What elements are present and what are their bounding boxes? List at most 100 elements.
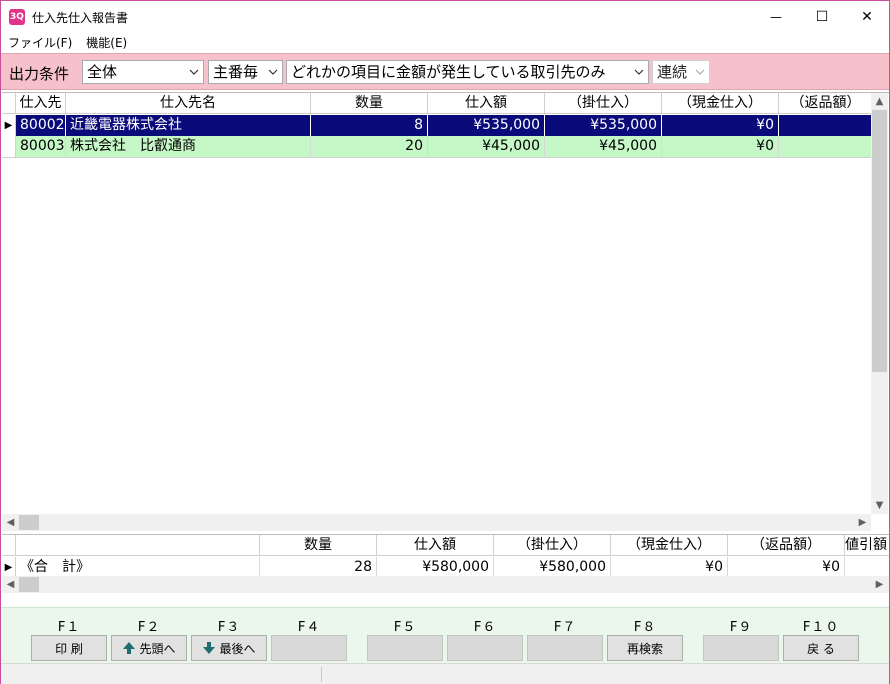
totals-grid[interactable]: 数量 仕入額 （掛仕入） （現金仕入） （返品額） 値引額 ▶ 《合 計》 28… bbox=[2, 534, 889, 594]
function-key-bar: F１ 印 刷 F２ 先頭へ F３ 最後へ F４ F５ F６ F７ F８ 再検索 … bbox=[1, 607, 889, 663]
cell-returns[interactable] bbox=[779, 136, 872, 157]
chevron-down-icon bbox=[695, 69, 705, 75]
col-quantity[interactable]: 数量 bbox=[311, 93, 428, 114]
totals-col-credit: （掛仕入） bbox=[494, 535, 611, 556]
scroll-right-icon[interactable]: ▶ bbox=[854, 514, 871, 531]
col-credit-purchase[interactable]: （掛仕入） bbox=[545, 93, 662, 114]
totals-corner bbox=[2, 535, 16, 556]
scroll-right-icon[interactable]: ▶ bbox=[871, 576, 888, 593]
f9-button[interactable] bbox=[703, 635, 779, 661]
fkey-label-f9: F９ bbox=[729, 620, 753, 635]
f4-button[interactable] bbox=[271, 635, 347, 661]
fkey-label-f1: F１ bbox=[57, 620, 81, 635]
row-header-corner bbox=[2, 93, 16, 114]
scope-select[interactable]: 全体 bbox=[82, 60, 204, 84]
vertical-scroll-thumb[interactable] bbox=[872, 110, 887, 372]
mode-select[interactable]: 連続 bbox=[652, 60, 710, 84]
research-button[interactable]: 再検索 bbox=[607, 635, 683, 661]
chevron-down-icon bbox=[634, 69, 644, 75]
fkey-label-f5: F５ bbox=[393, 620, 417, 635]
print-button[interactable]: 印 刷 bbox=[31, 635, 107, 661]
arrow-up-icon bbox=[123, 642, 136, 654]
cell-qty[interactable]: 8 bbox=[311, 115, 428, 136]
table-row[interactable]: ▶ 80002 近畿電器株式会社 8 ¥535,000 ¥535,000 ¥0 bbox=[2, 115, 872, 136]
scroll-left-icon[interactable]: ◀ bbox=[2, 514, 19, 531]
cell-name[interactable]: 株式会社 比叡通商 bbox=[66, 136, 311, 157]
totals-col-returns: （返品額） bbox=[728, 535, 845, 556]
maximize-button[interactable]: ☐ bbox=[799, 1, 845, 32]
research-button-label: 再検索 bbox=[626, 641, 663, 656]
cell-amount[interactable]: ¥45,000 bbox=[428, 136, 545, 157]
col-supplier-code[interactable]: 仕入先 bbox=[16, 93, 66, 114]
fkey-label-f10: F１０ bbox=[802, 620, 840, 635]
table-row[interactable]: 80003 株式会社 比叡通商 20 ¥45,000 ¥45,000 ¥0 bbox=[2, 136, 872, 157]
totals-header: 数量 仕入額 （掛仕入） （現金仕入） （返品額） 値引額 bbox=[2, 535, 889, 556]
fkey-label-f4: F４ bbox=[297, 620, 321, 635]
horizontal-scrollbar[interactable]: ◀ ▶ bbox=[2, 514, 871, 531]
cell-credit[interactable]: ¥45,000 bbox=[545, 136, 662, 157]
totals-qty: 28 bbox=[260, 557, 377, 578]
row-divider bbox=[2, 157, 872, 158]
cell-qty[interactable]: 20 bbox=[311, 136, 428, 157]
filter-bar: 出力条件 全体 主番毎 どれかの項目に金額が発生している取引先のみ 連続 bbox=[1, 53, 889, 90]
totals-col-cash: （現金仕入） bbox=[611, 535, 728, 556]
menu-file[interactable]: ファイル(F) bbox=[1, 34, 79, 51]
f6-button[interactable] bbox=[447, 635, 523, 661]
totals-row[interactable]: ▶ 《合 計》 28 ¥580,000 ¥580,000 ¥0 ¥0 bbox=[2, 557, 889, 578]
current-row-icon: ▶ bbox=[4, 120, 13, 131]
scroll-up-icon[interactable]: ▲ bbox=[871, 93, 888, 110]
condition-select[interactable]: どれかの項目に金額が発生している取引先のみ bbox=[286, 60, 649, 84]
cell-cash[interactable]: ¥0 bbox=[662, 136, 779, 157]
cell-amount[interactable]: ¥535,000 bbox=[428, 115, 545, 136]
totals-label-header bbox=[16, 535, 260, 556]
totals-label: 《合 計》 bbox=[16, 557, 260, 578]
status-bar bbox=[1, 663, 889, 684]
chevron-down-icon bbox=[189, 69, 199, 75]
menu-bar: ファイル(F) 機能(E) bbox=[1, 32, 889, 52]
title-bar: 3Q 仕入先仕入報告書 — ☐ ✕ bbox=[1, 1, 889, 32]
last-record-button[interactable]: 最後へ bbox=[191, 635, 267, 661]
col-returns[interactable]: （返品額） bbox=[779, 93, 872, 114]
group-select[interactable]: 主番毎 bbox=[208, 60, 283, 84]
f5-button[interactable] bbox=[367, 635, 443, 661]
cell-returns[interactable] bbox=[779, 115, 872, 136]
f7-button[interactable] bbox=[527, 635, 603, 661]
totals-col-discount: 値引額 bbox=[845, 537, 887, 553]
close-button[interactable]: ✕ bbox=[844, 1, 890, 32]
row-indicator bbox=[2, 136, 16, 157]
col-supplier-name[interactable]: 仕入先名 bbox=[66, 93, 311, 114]
scroll-left-icon[interactable]: ◀ bbox=[2, 576, 19, 593]
cell-code[interactable]: 80002 bbox=[16, 115, 66, 136]
vertical-scrollbar[interactable]: ▲ ▼ bbox=[871, 93, 888, 514]
totals-col-amount: 仕入額 bbox=[377, 535, 494, 556]
group-value: 主番毎 bbox=[213, 63, 259, 81]
app-icon: 3Q bbox=[9, 9, 25, 25]
scope-value: 全体 bbox=[87, 63, 118, 81]
condition-value: どれかの項目に金額が発生している取引先のみ bbox=[291, 63, 606, 81]
status-separator bbox=[321, 667, 322, 682]
first-record-button[interactable]: 先頭へ bbox=[111, 635, 187, 661]
fkey-label-f6: F６ bbox=[473, 620, 497, 635]
back-button[interactable]: 戻 る bbox=[783, 635, 859, 661]
cell-name[interactable]: 近畿電器株式会社 bbox=[66, 115, 311, 136]
totals-horizontal-scrollbar[interactable]: ◀ ▶ bbox=[2, 576, 889, 593]
mode-value: 連続 bbox=[657, 63, 688, 81]
maximize-icon: ☐ bbox=[815, 8, 829, 25]
cell-cash[interactable]: ¥0 bbox=[662, 115, 779, 136]
minimize-icon: — bbox=[770, 9, 782, 24]
horizontal-scroll-thumb[interactable] bbox=[19, 515, 39, 530]
col-cash-purchase[interactable]: （現金仕入） bbox=[662, 93, 779, 114]
col-purchase-amount[interactable]: 仕入額 bbox=[428, 93, 545, 114]
minimize-button[interactable]: — bbox=[753, 1, 799, 32]
supplier-grid[interactable]: 仕入先 仕入先名 数量 仕入額 （掛仕入） （現金仕入） （返品額） ▶ 800… bbox=[2, 92, 889, 532]
window-title: 仕入先仕入報告書 bbox=[32, 11, 129, 25]
cell-credit[interactable]: ¥535,000 bbox=[545, 115, 662, 136]
totals-scroll-thumb[interactable] bbox=[19, 577, 39, 592]
cell-code[interactable]: 80003 bbox=[16, 136, 66, 157]
chevron-down-icon bbox=[268, 69, 278, 75]
menu-function[interactable]: 機能(E) bbox=[79, 34, 134, 51]
close-icon: ✕ bbox=[861, 8, 873, 25]
totals-col-quantity: 数量 bbox=[260, 535, 377, 556]
filter-label: 出力条件 bbox=[9, 65, 70, 83]
scroll-down-icon[interactable]: ▼ bbox=[871, 497, 888, 514]
